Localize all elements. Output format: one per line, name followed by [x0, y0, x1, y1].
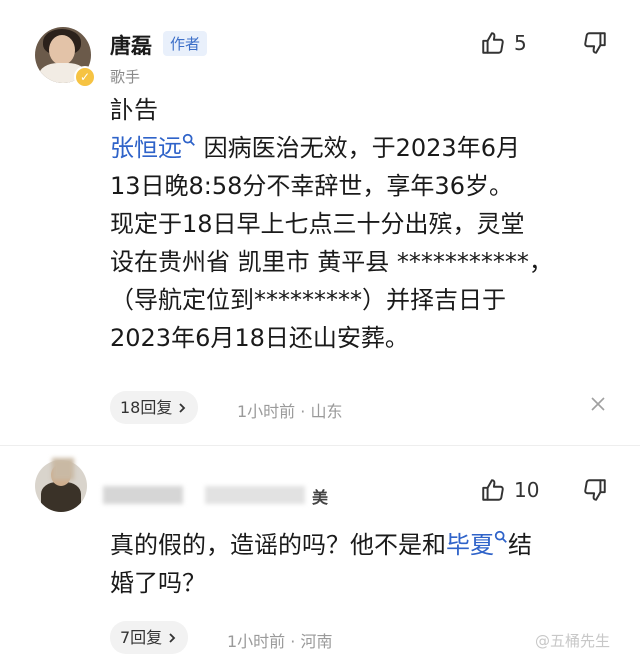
comment-meta: 1小时前 · 山东	[237, 402, 343, 421]
user-name[interactable]: 唐磊	[110, 30, 152, 60]
comment-line: 现定于18日早上七点三十分出殡，灵堂	[110, 210, 525, 238]
comment-line: 13日晚8:58分不幸辞世，享年36岁。	[110, 172, 513, 200]
dislike-button[interactable]	[582, 30, 608, 60]
like-count: 5	[514, 31, 527, 55]
comment-line: 訃告	[110, 96, 158, 124]
like-button[interactable]: 10	[480, 477, 539, 503]
chevron-right-icon	[179, 402, 186, 413]
blurred-region	[52, 458, 74, 480]
verified-badge-icon: ✓	[74, 66, 96, 88]
comment-text: 结	[508, 531, 532, 559]
mention-link[interactable]: 毕夏	[446, 531, 494, 559]
like-button[interactable]: 5	[480, 30, 527, 56]
comment-line: 张恒远 因病医治无效，于2023年6月	[110, 129, 610, 167]
user-subtitle: 歌手	[110, 68, 141, 86]
comment-line: （导航定位到*********）并择吉日于	[110, 286, 506, 314]
blurred-username	[103, 486, 183, 504]
replies-label: 7回复	[120, 628, 163, 647]
replies-button[interactable]: 18回复	[110, 391, 199, 424]
replies-button[interactable]: 7回复	[110, 621, 189, 654]
search-icon	[494, 530, 507, 543]
user-name-suffix: 美	[312, 488, 329, 507]
comment-meta: 1小时前 · 河南	[227, 632, 333, 651]
comment-line: 2023年6月18日还山安葬。	[110, 324, 409, 352]
author-badge: 作者	[163, 31, 208, 56]
mention-link[interactable]: 张恒远	[110, 134, 182, 162]
comment-text: 真的假的，造谣的吗？他不是和	[110, 531, 446, 559]
dislike-button[interactable]	[582, 477, 608, 507]
close-icon	[591, 397, 605, 411]
replies-label: 18回复	[120, 398, 173, 417]
thumbs-down-icon	[584, 479, 606, 501]
comment-line: 婚了吗？	[110, 569, 206, 597]
comment-body: 真的假的，造谣的吗？他不是和毕夏结 婚了吗？	[110, 526, 610, 602]
comment-line: 真的假的，造谣的吗？他不是和毕夏结	[110, 526, 610, 564]
comment-line: 设在贵州省 凯里市 黄平县 ***********，	[110, 248, 553, 276]
search-icon	[182, 133, 195, 146]
thumbs-up-icon	[482, 479, 504, 501]
thumbs-down-icon	[584, 32, 606, 54]
chevron-right-icon	[169, 632, 176, 643]
comment-body: 訃告 张恒远 因病医治无效，于2023年6月 13日晚8:58分不幸辞世，享年3…	[110, 91, 610, 357]
like-count: 10	[514, 478, 540, 502]
divider	[0, 445, 640, 446]
blurred-username	[205, 486, 305, 504]
comment-thread: ✓ 唐磊 作者 歌手 5 訃告 张恒远 因病医治无效，于2023年6月 13日晚…	[0, 0, 640, 665]
watermark: @五桶先生	[535, 632, 611, 650]
close-button[interactable]	[589, 394, 607, 419]
comment-text: 因病医治无效，于2023年6月	[196, 134, 520, 162]
thumbs-up-icon	[482, 32, 504, 54]
